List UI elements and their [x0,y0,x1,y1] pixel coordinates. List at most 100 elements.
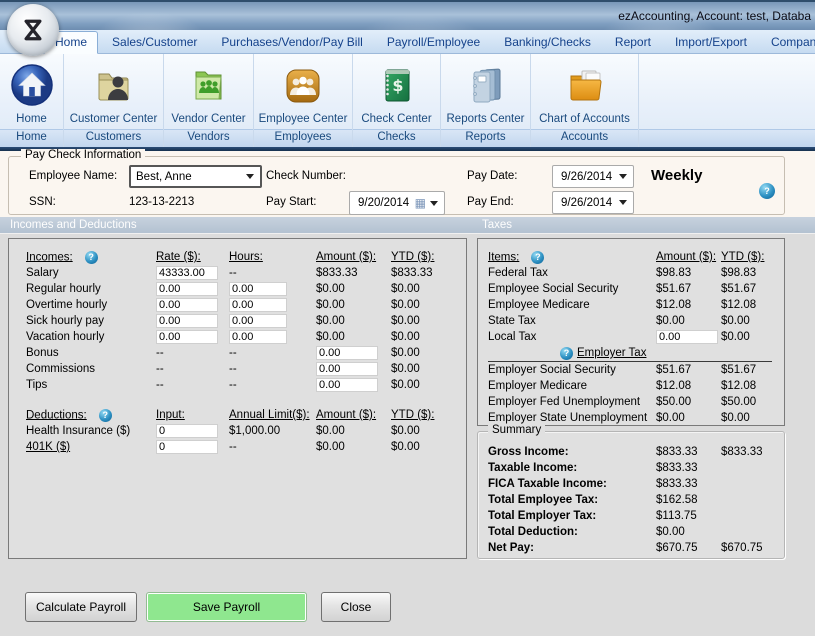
tab-payroll-employee[interactable]: Payroll/Employee [377,32,490,53]
tab-banking-checks[interactable]: Banking/Checks [494,32,601,53]
sick-rate-input[interactable] [156,314,218,328]
help-icon[interactable] [99,409,112,422]
pay-date-select[interactable]: 9/26/2014 [552,165,634,188]
hours-header: Hours: [229,251,316,263]
overtime-rate-input[interactable] [156,298,218,312]
tab-company[interactable]: Company [761,32,815,53]
taxes-band-title: Taxes [482,217,512,234]
tab-sales-customer[interactable]: Sales/Customer [102,32,207,53]
bonus-hours: -- [229,347,316,359]
commissions-ytd: $0.00 [391,363,451,375]
pay-end-label: Pay End: [467,196,514,208]
row-label: Employee Social Security [488,283,656,295]
help-icon[interactable] [560,347,573,360]
help-icon[interactable] [759,183,775,199]
amount-header: Amount ($): [656,251,721,263]
close-button[interactable]: Close [321,592,391,622]
toolbar-vendors-sublabel[interactable]: Vendors [187,128,229,146]
local-tax-ytd: $0.00 [721,331,781,343]
calculate-payroll-button[interactable]: Calculate Payroll [25,592,137,622]
incomes-header-row: Incomes: Rate ($): Hours: Amount ($): YT… [26,249,466,265]
vacation-rate-input[interactable] [156,330,218,344]
income-row-vacation-hourly: Vacation hourly $0.00 $0.00 [26,329,466,345]
toolbar-customer-center-button[interactable]: Customer Center Customers [64,54,164,147]
toolbar-employees-sublabel[interactable]: Employees [275,128,332,146]
amount-header: Amount ($): [316,251,391,263]
ssn-label: SSN: [29,196,56,208]
regular-rate-input[interactable] [156,282,218,296]
toolbar-vendor-center-button[interactable]: Vendor Center Vendors [164,54,254,147]
toolbar-home-sublabel[interactable]: Home [16,128,47,146]
sick-hours-input[interactable] [229,314,287,328]
tab-import-export[interactable]: Import/Export [665,32,757,53]
tax-row-employer-ss: Employer Social Security $51.67 $51.67 [488,362,784,378]
commissions-rate: -- [156,363,229,375]
app-menu-logo-icon[interactable] [7,4,59,56]
employer-medicare-ytd: $12.08 [721,380,781,392]
taxable-amount: $833.33 [656,462,721,474]
overtime-hours-input[interactable] [229,298,287,312]
toolbar-employee-center-button[interactable]: Employee Center Employees [254,54,353,147]
local-tax-input[interactable] [656,330,718,344]
employee-name-value: Best, Anne [136,171,192,183]
401k-limit: -- [229,441,316,453]
row-label: Gross Income: [488,446,656,458]
401k-input[interactable] [156,440,218,454]
pay-start-value: 9/20/2014 [358,197,409,209]
toolbar-customers-sublabel[interactable]: Customers [86,128,142,146]
toolbar-check-center-label: Check Center [361,111,431,128]
vacation-ytd: $0.00 [391,331,451,343]
salary-ytd: $833.33 [391,267,451,279]
fica-amount: $833.33 [656,478,721,490]
income-row-overtime-hourly: Overtime hourly $0.00 $0.00 [26,297,466,313]
tab-report[interactable]: Report [605,32,661,53]
federal-ytd: $98.83 [721,267,781,279]
tab-purchases-vendor-pay-bill[interactable]: Purchases/Vendor/Pay Bill [211,32,372,53]
state-tax-amount: $0.00 [656,315,721,327]
pay-end-value: 9/26/2014 [561,197,612,209]
save-payroll-button[interactable]: Save Payroll [146,592,307,622]
tax-row-employee-medicare: Employee Medicare $12.08 $12.08 [488,297,784,313]
pay-start-picker[interactable]: 9/20/2014 ▦ [349,191,445,215]
401k-link[interactable]: 401K ($) [26,441,156,453]
input-header: Input: [156,409,229,421]
employee-name-select[interactable]: Best, Anne [129,165,262,188]
toolbar-reports-sublabel[interactable]: Reports [465,128,505,146]
help-icon[interactable] [85,251,98,264]
tips-amount-input[interactable] [316,378,378,392]
regular-hours-input[interactable] [229,282,287,296]
toolbar-checks-sublabel[interactable]: Checks [377,128,415,146]
bonus-amount-input[interactable] [316,346,378,360]
help-icon[interactable] [531,251,544,264]
section-bands: Incomes and Deductions Taxes [0,217,815,234]
salary-rate-input[interactable] [156,266,218,280]
toolbar-reports-center-button[interactable]: Reports Center Reports [441,54,531,147]
chevron-down-icon [619,174,627,179]
health-insurance-amount: $0.00 [316,425,391,437]
toolbar-chart-of-accounts-button[interactable]: Chart of Accounts Accounts [531,54,639,147]
gross-ytd: $833.33 [721,446,781,458]
income-row-commissions: Commissions -- -- $0.00 [26,361,466,377]
health-insurance-input[interactable] [156,424,218,438]
row-label: Employer Social Security [488,364,656,376]
deduction-row-401k: 401K ($) -- $0.00 $0.00 [26,439,466,455]
chevron-down-icon [430,201,438,206]
employer-suta-ytd: $0.00 [721,412,781,424]
toolbar: Home Home Customer Center Customers [0,54,815,147]
tax-row-state: State Tax $0.00 $0.00 [488,313,784,329]
commissions-amount-input[interactable] [316,362,378,376]
toolbar-home-button[interactable]: Home Home [0,54,64,147]
income-row-bonus: Bonus -- -- $0.00 [26,345,466,361]
federal-amount: $98.83 [656,267,721,279]
income-row-sick-hourly: Sick hourly pay $0.00 $0.00 [26,313,466,329]
toolbar-check-center-button[interactable]: $ Check Center Checks [353,54,441,147]
taxes-box: Items: Amount ($): YTD ($): Federal Tax … [477,238,785,426]
annual-limit-header: Annual Limit($): [229,409,316,421]
vacation-hours-input[interactable] [229,330,287,344]
bonus-ytd: $0.00 [391,347,451,359]
pay-end-select[interactable]: 9/26/2014 [552,191,634,214]
summary-row-employer-tax: Total Employer Tax: $113.75 [488,508,784,524]
toolbar-accounts-sublabel[interactable]: Accounts [561,128,608,146]
title-bar: ezAccounting, Account: test, Databa [0,0,815,30]
row-label: Bonus [26,347,156,359]
